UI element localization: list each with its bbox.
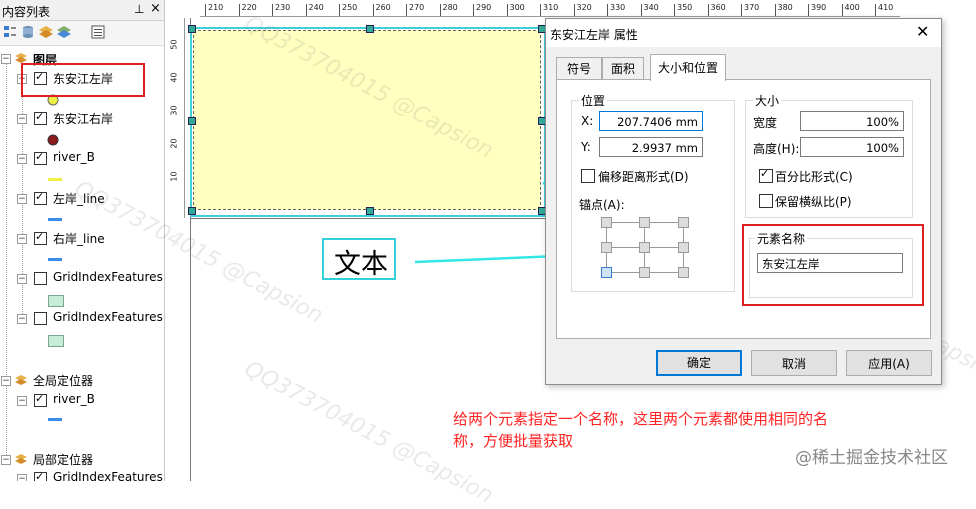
tab-size-position[interactable]: 大小和位置 — [650, 54, 726, 81]
width-input[interactable]: 100% — [800, 111, 904, 131]
size-group-title: 大小 — [753, 92, 782, 109]
position-group-title: 位置 — [579, 92, 608, 109]
apply-button[interactable]: 应用(A) — [846, 350, 932, 376]
properties-dialog: 东安江左岸 属性 ✕ 符号 面积 大小和位置 位置 X: 207.7406 mm… — [545, 18, 942, 385]
y-input[interactable]: 2.9937 mm — [599, 137, 703, 157]
x-label: X: — [581, 114, 594, 128]
anchor-point[interactable] — [601, 242, 612, 253]
width-label: 宽度 — [753, 116, 778, 130]
anchor-point[interactable] — [678, 217, 689, 228]
percent-label: 百分比形式(C) — [775, 170, 853, 184]
anchor-point[interactable] — [601, 217, 612, 228]
anchor-point[interactable] — [639, 267, 650, 278]
source-tag: @稀土掘金技术社区 — [795, 448, 948, 468]
offset-label: 偏移距离形式(D) — [598, 170, 689, 184]
annotation-text: 称，方便批量获取 — [453, 432, 574, 450]
x-input[interactable]: 207.7406 mm — [599, 111, 703, 131]
tab-area[interactable]: 面积 — [602, 57, 644, 80]
annotation-text: 给两个元素指定一个名称，这里两个元素都使用相同的名 — [453, 410, 829, 428]
anchor-point[interactable] — [639, 242, 650, 253]
dialog-title-bar: 东安江左岸 属性 ✕ — [546, 19, 941, 47]
aspect-checkbox[interactable] — [759, 194, 773, 208]
anchor-point-selected[interactable] — [601, 267, 612, 278]
dialog-title: 东安江左岸 属性 — [550, 28, 638, 42]
anchor-label: 锚点(A): — [579, 198, 625, 212]
highlight-box — [742, 224, 924, 306]
y-label: Y: — [581, 140, 591, 154]
percent-checkbox[interactable] — [759, 167, 773, 183]
anchor-point[interactable] — [678, 242, 689, 253]
tab-symbol[interactable]: 符号 — [556, 57, 602, 80]
aspect-label: 保留横纵比(P) — [775, 195, 852, 209]
ok-button[interactable]: 确定 — [656, 350, 742, 376]
height-input[interactable]: 100% — [800, 137, 904, 157]
height-label: 高度(H): — [753, 142, 800, 156]
cancel-button[interactable]: 取消 — [751, 350, 837, 376]
anchor-point[interactable] — [678, 267, 689, 278]
dialog-close-button[interactable]: ✕ — [916, 22, 929, 41]
anchor-point[interactable] — [639, 217, 650, 228]
offset-checkbox[interactable] — [581, 169, 595, 183]
